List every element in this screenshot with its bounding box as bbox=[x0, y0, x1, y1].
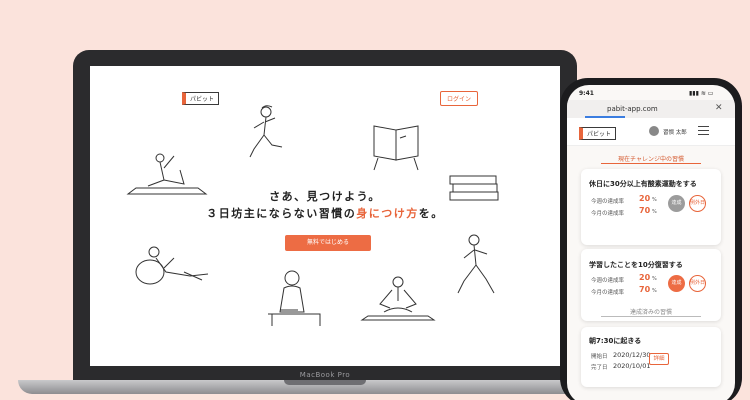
jogger-illustration bbox=[457, 234, 495, 294]
week-rate-value: 20 bbox=[639, 273, 651, 282]
laptop-notch bbox=[284, 380, 366, 385]
exception-day-button[interactable]: 例外日 bbox=[689, 275, 706, 292]
month-rate-value: 70 bbox=[639, 206, 651, 215]
laptop-brand-label: MacBook Pro bbox=[299, 371, 351, 379]
login-button[interactable]: ログイン bbox=[440, 91, 479, 106]
start-date-value: 2020/12/30 bbox=[613, 351, 651, 359]
user-name: 習慣 太郎 bbox=[663, 130, 687, 136]
habit-title: 休日に30分以上有酸素運動をする bbox=[589, 180, 697, 188]
exception-day-button[interactable]: 例外日 bbox=[689, 195, 706, 212]
close-icon[interactable]: ✕ bbox=[715, 103, 723, 113]
section-underline bbox=[601, 163, 701, 164]
week-rate-unit: % bbox=[652, 276, 657, 282]
headline-line-2: ３日坊主にならない習慣の身につけ方を。 bbox=[90, 205, 560, 221]
status-time: 9:41 bbox=[579, 90, 594, 97]
month-rate-unit: % bbox=[652, 288, 657, 294]
current-habits-heading: 現在チャレンジ中の習慣 bbox=[618, 156, 684, 163]
runner-illustration bbox=[249, 105, 283, 158]
detail-button[interactable]: 詳細 bbox=[649, 353, 669, 365]
achieve-button[interactable]: 達成 bbox=[668, 195, 685, 212]
section-underline bbox=[601, 316, 701, 317]
end-date-label: 完了日 bbox=[591, 365, 608, 371]
headline-accent: 身につけ方 bbox=[356, 207, 419, 220]
book-stack-illustration bbox=[449, 175, 499, 201]
meditation-illustration bbox=[360, 276, 436, 321]
relaxing-phone-illustration bbox=[135, 246, 209, 285]
week-rate-label: 今週の達成率 bbox=[591, 199, 625, 205]
writing-desk-illustration bbox=[268, 270, 321, 326]
month-rate-value: 70 bbox=[639, 285, 651, 294]
achieve-button[interactable]: 達成 bbox=[668, 275, 685, 292]
month-rate-label: 今月の達成率 bbox=[591, 290, 625, 296]
week-rate-unit: % bbox=[652, 197, 657, 203]
habit-title: 学習したことを10分復習する bbox=[589, 261, 683, 269]
status-icons: ▮▮▮ ≋ ▭ bbox=[689, 90, 714, 97]
completed-habit-title: 朝7:30に起きる bbox=[589, 337, 642, 345]
laptop-screen: パビット ログイン さあ、見つけよう。 ３日坊主にならない習慣の身につけ方を。 … bbox=[90, 66, 560, 366]
end-date-value: 2020/10/01 bbox=[613, 362, 651, 370]
month-rate-label: 今月の達成率 bbox=[591, 211, 625, 217]
month-rate-unit: % bbox=[652, 209, 657, 215]
site-logo[interactable]: パビット bbox=[182, 92, 220, 105]
headline-text: ３日坊主にならない習慣の bbox=[206, 207, 357, 220]
completed-habits-heading: 達成済みの習慣 bbox=[629, 309, 672, 316]
week-rate-label: 今週の達成率 bbox=[591, 278, 625, 284]
reading-book-illustration bbox=[373, 125, 419, 171]
hamburger-menu-icon[interactable] bbox=[698, 126, 709, 135]
start-date-label: 開始日 bbox=[591, 354, 608, 360]
yoga-stretch-illustration bbox=[126, 153, 208, 195]
headline-suffix: を。 bbox=[418, 207, 444, 220]
app-logo[interactable]: パビット bbox=[579, 127, 617, 140]
phone-screen: 9:41 ▮▮▮ ≋ ▭ pabit-app.com ✕ パビット 習慣 太郎 … bbox=[567, 85, 735, 400]
avatar[interactable] bbox=[649, 126, 659, 136]
week-rate-value: 20 bbox=[639, 194, 651, 203]
browser-url[interactable]: pabit-app.com bbox=[607, 105, 658, 113]
start-free-button[interactable]: 無料ではじめる bbox=[285, 235, 371, 251]
